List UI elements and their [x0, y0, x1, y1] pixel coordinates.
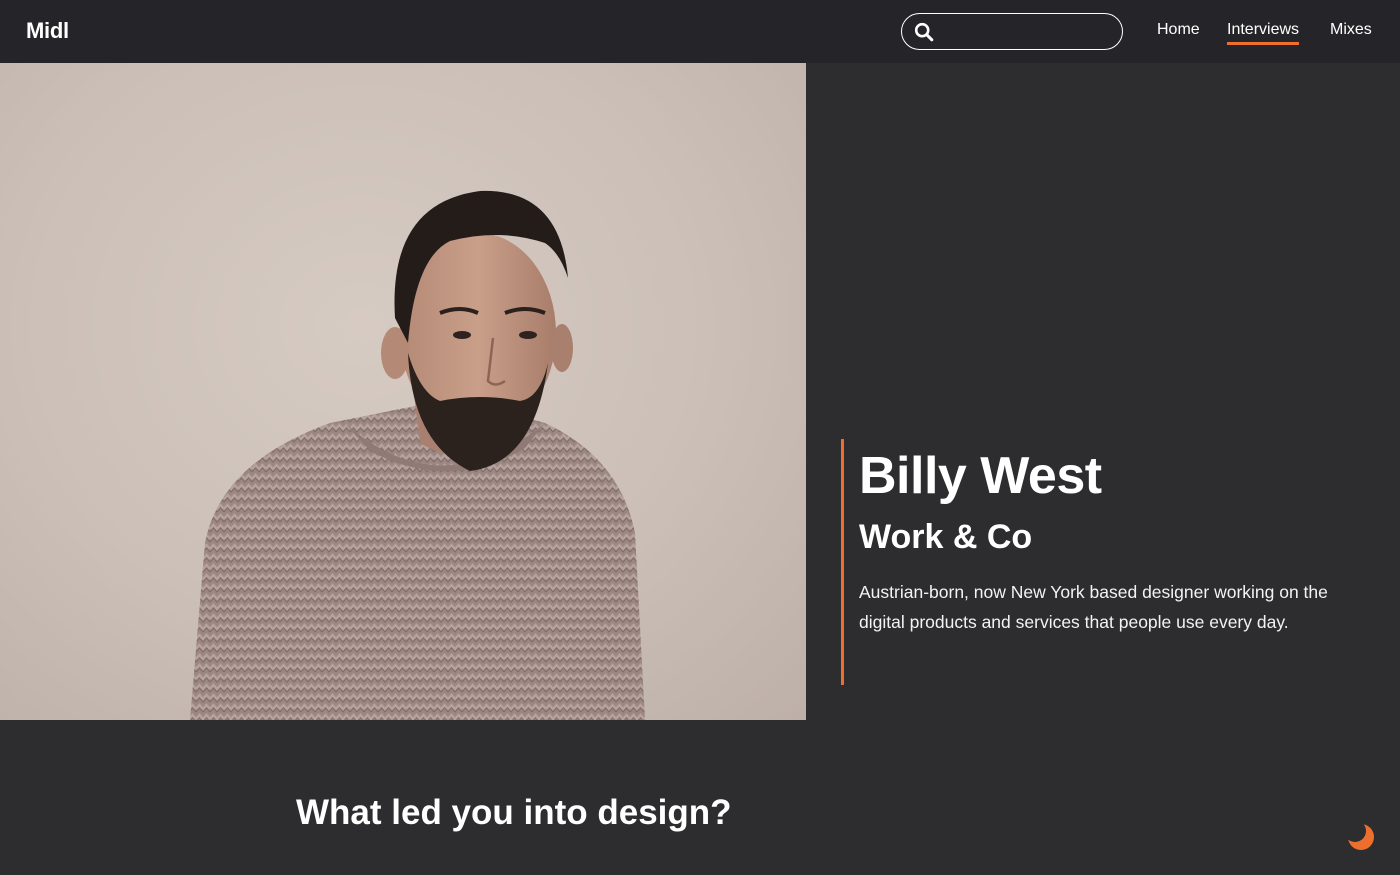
- search-box[interactable]: [901, 13, 1123, 50]
- moon-icon[interactable]: [1344, 820, 1376, 852]
- portrait-photo: [0, 63, 806, 720]
- search-input[interactable]: [942, 22, 1122, 41]
- interviewee-name: Billy West: [859, 447, 1102, 505]
- interviewee-bio: Austrian-born, now New York based design…: [859, 582, 1328, 632]
- interview-question: What led you into design?: [296, 793, 732, 832]
- nav-link-mixes[interactable]: Mixes: [1330, 21, 1372, 39]
- top-navigation-bar: Midl Home Interviews Mixes: [0, 0, 1400, 63]
- search-icon: [914, 22, 934, 42]
- portrait-illustration: [190, 190, 645, 720]
- interviewee-company: Work & Co: [859, 518, 1033, 556]
- nav-link-interviews[interactable]: Interviews: [1227, 21, 1300, 45]
- accent-divider: [841, 439, 844, 685]
- site-logo[interactable]: Midl: [26, 18, 69, 44]
- nav-link-home[interactable]: Home: [1157, 21, 1200, 39]
